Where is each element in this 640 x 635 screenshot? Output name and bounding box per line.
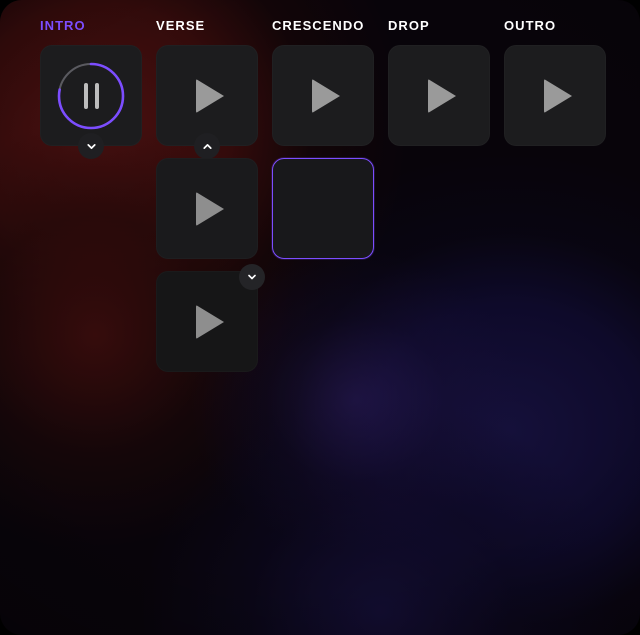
track-column-drop: DROP bbox=[388, 18, 490, 384]
clip-wrapper bbox=[156, 158, 258, 259]
track-header-intro: INTRO bbox=[40, 18, 86, 33]
track-header-outro: OUTRO bbox=[504, 18, 557, 33]
clip-wrapper bbox=[272, 158, 374, 259]
pause-icon bbox=[56, 61, 126, 131]
track-header-verse: VERSE bbox=[156, 18, 206, 33]
track-grid: INTRO VERSE CRESCENDO DROP OUTRO bbox=[0, 0, 640, 384]
clip-wrapper bbox=[504, 45, 606, 146]
background-glow-indigo-secondary bbox=[140, 395, 620, 635]
play-icon bbox=[428, 78, 456, 113]
play-icon bbox=[544, 78, 572, 113]
track-column-verse: VERSE bbox=[156, 18, 265, 384]
play-icon bbox=[312, 78, 340, 113]
play-icon bbox=[196, 304, 224, 339]
chevron-up-icon-verse[interactable] bbox=[194, 133, 220, 159]
track-column-intro: INTRO bbox=[40, 18, 142, 384]
chevron-down-icon-verse-3[interactable] bbox=[239, 264, 265, 290]
track-column-crescendo: CRESCENDO bbox=[272, 18, 374, 384]
clip-drop-1[interactable] bbox=[388, 45, 490, 146]
track-header-crescendo: CRESCENDO bbox=[272, 18, 365, 33]
clip-wrapper bbox=[388, 45, 490, 146]
app-root: INTRO VERSE CRESCENDO DROP OUTRO bbox=[0, 0, 640, 635]
clip-wrapper bbox=[272, 45, 374, 146]
clip-intro-1[interactable] bbox=[40, 45, 142, 146]
play-icon bbox=[196, 78, 224, 113]
clip-verse-3[interactable] bbox=[156, 264, 265, 372]
clip-wrapper bbox=[156, 45, 258, 159]
clip-outro-1[interactable] bbox=[504, 45, 606, 146]
clip-wrapper bbox=[156, 264, 265, 372]
track-header-drop: DROP bbox=[388, 18, 430, 33]
clip-verse-1[interactable] bbox=[156, 45, 258, 146]
chevron-down-icon-intro[interactable] bbox=[78, 133, 104, 159]
clip-verse-2[interactable] bbox=[156, 158, 258, 259]
play-icon bbox=[196, 191, 224, 226]
track-column-outro: OUTRO bbox=[504, 18, 606, 384]
playback-progress-ring bbox=[56, 61, 126, 131]
clip-crescendo-1[interactable] bbox=[272, 45, 374, 146]
clip-wrapper bbox=[40, 45, 142, 159]
clip-crescendo-2-empty-selected[interactable] bbox=[272, 158, 374, 259]
